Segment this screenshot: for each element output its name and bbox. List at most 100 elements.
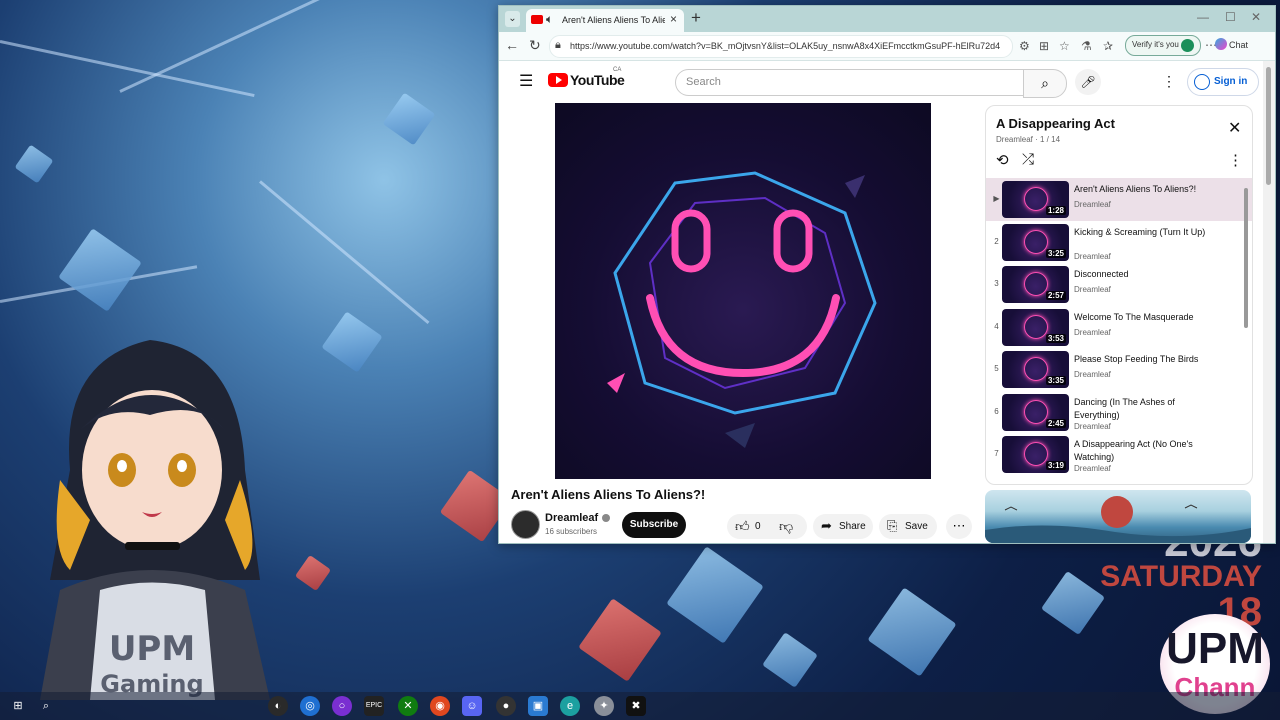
xbox-icon[interactable]: ✕ <box>398 696 418 716</box>
app-grey-icon[interactable]: ✦ <box>594 696 614 716</box>
channel-avatar[interactable] <box>511 510 540 539</box>
sign-in-label: Sign in <box>1214 76 1248 87</box>
playlist-menu-icon[interactable]: ⋮ <box>1228 151 1243 169</box>
playlist-thumbnail[interactable]: 2:57 <box>1002 266 1069 303</box>
extension-icon-1[interactable]: ⚙ <box>1019 39 1030 53</box>
playlist-scroll-thumb[interactable] <box>1244 188 1248 328</box>
maximize-button[interactable]: ☐ <box>1225 10 1236 24</box>
playlist-item-title[interactable]: Kicking & Screaming (Turn It Up) <box>1074 226 1214 239</box>
playlist-item-title[interactable]: Please Stop Feeding The Birds <box>1074 353 1214 366</box>
chat-button[interactable]: Chat <box>1229 40 1248 50</box>
app-blue-circle-icon[interactable]: ◎ <box>300 696 320 716</box>
search-button[interactable]: ⌕ <box>1023 69 1067 98</box>
logo-line1: UPM <box>1166 624 1264 673</box>
duration-badge: 3:25 <box>1045 248 1066 258</box>
playlist-item-index: 4 <box>994 321 999 331</box>
microphone-icon[interactable]: 🎤︎ <box>1075 69 1101 95</box>
extension-icon-2[interactable]: ⊞ <box>1039 39 1049 53</box>
channel-name-row[interactable]: Dreamleaf <box>545 512 611 524</box>
ad-banner-image[interactable] <box>985 490 1251 543</box>
settings-kebab-icon[interactable]: ⋮ <box>1162 73 1176 90</box>
playlist-scrollbar[interactable] <box>1242 178 1250 478</box>
windows-start-icon[interactable]: ⊞ <box>8 696 28 716</box>
playlist-close-icon[interactable]: ✕ <box>1228 118 1241 138</box>
search-input[interactable]: Search <box>675 69 1024 96</box>
region-code: CA <box>613 67 622 73</box>
shuffle-icon[interactable]: ⤮ <box>1022 151 1034 168</box>
playlist-item-title[interactable]: Aren't Aliens Aliens To Aliens?! <box>1074 183 1214 196</box>
playlist-thumbnail[interactable]: 3:53 <box>1002 308 1069 346</box>
playlist-item-channel: Dreamleaf <box>1074 370 1111 379</box>
playlist-item-title[interactable]: A Disappearing Act (No One's Watching) <box>1074 438 1214 464</box>
minimize-button[interactable]: — <box>1197 10 1209 24</box>
app-orange-icon[interactable]: ◉ <box>430 696 450 716</box>
playlist-item[interactable]: 2 3:25 Kicking & Screaming (Turn It Up) … <box>986 221 1252 264</box>
verify-profile-button[interactable]: Verify it's you <box>1125 35 1201 56</box>
like-icon[interactable]: 👍︎ <box>735 518 750 535</box>
app-dark-circle-icon[interactable]: ● <box>496 696 516 716</box>
playlist-item[interactable]: 4 3:53 Welcome To The Masquerade Dreamle… <box>986 306 1252 349</box>
playlist-item[interactable]: 7 3:19 A Disappearing Act (No One's Watc… <box>986 433 1252 476</box>
channel-name[interactable]: Dreamleaf <box>545 512 598 524</box>
playlist-item[interactable]: 3 2:57 Disconnected Dreamleaf <box>986 263 1252 306</box>
playlist-item-channel: Dreamleaf <box>1074 200 1111 209</box>
edge-browser-icon[interactable]: e <box>560 696 580 716</box>
playlist-item-channel: Dreamleaf <box>1074 327 1111 337</box>
playlist-item-title[interactable]: Disconnected <box>1074 268 1214 281</box>
app-purple-circle-icon[interactable]: ○ <box>332 696 352 716</box>
profile-avatar-icon <box>1181 39 1194 52</box>
youtube-wordmark: YouTube <box>570 71 625 88</box>
favorite-star-icon[interactable]: ☆ <box>1059 39 1070 53</box>
sign-in-button[interactable]: Sign in <box>1187 68 1259 96</box>
close-window-button[interactable]: ✕ <box>1251 10 1261 24</box>
subscribe-button[interactable]: Subscribe <box>622 512 686 538</box>
playlist-item[interactable]: ▶ 1:28 Aren't Aliens Aliens To Aliens?! … <box>986 178 1252 221</box>
lock-icon[interactable]: 🔒︎ <box>555 39 561 52</box>
discord-icon[interactable]: ☺ <box>462 696 482 716</box>
refresh-icon[interactable]: ↻ <box>529 37 541 54</box>
page-scroll-thumb[interactable] <box>1266 67 1271 185</box>
playlist-item-channel: Dreamleaf <box>1074 285 1111 294</box>
playlist-thumbnail[interactable]: 2:45 <box>1002 393 1069 431</box>
playlist-item[interactable]: 6 2:45 Dancing (In The Ashes of Everythi… <box>986 391 1252 434</box>
playlist-item[interactable]: 5 3:35 Please Stop Feeding The Birds Dre… <box>986 348 1252 391</box>
back-arrow-icon[interactable]: ← <box>505 37 519 53</box>
share-button[interactable]: ➦ Share <box>813 514 873 539</box>
share-label: Share <box>839 521 866 532</box>
smiley-thumbnail-art <box>1024 272 1048 296</box>
new-tab-button[interactable]: + <box>691 8 701 28</box>
favorites-icon[interactable]: ✰ <box>1103 39 1113 53</box>
duration-badge: 2:45 <box>1045 418 1066 428</box>
playlist-thumbnail[interactable]: 3:19 <box>1002 436 1069 473</box>
save-button[interactable]: ⎘ Save <box>879 514 937 539</box>
app-blue-square-icon[interactable]: ▣ <box>528 696 548 716</box>
playlist-item-title[interactable]: Dancing (In The Ashes of Everything) <box>1074 396 1214 422</box>
subscriber-count: 16 subscribers <box>545 527 598 536</box>
playlist-thumbnail[interactable]: 3:35 <box>1002 351 1069 388</box>
obs-icon[interactable]: ◐ <box>268 696 288 716</box>
url-field[interactable]: 🔒︎ https://www.youtube.com/watch?v=BK_mO… <box>549 35 1013 58</box>
tab-list-button[interactable]: ⌄ <box>505 11 520 27</box>
active-tab[interactable]: 🔈︎ Aren't Aliens Aliens To Aliens?! × <box>526 9 684 32</box>
extension-icon-3[interactable]: ⚗ <box>1081 39 1092 53</box>
epic-games-icon[interactable]: EPIC <box>364 696 384 716</box>
video-player[interactable] <box>555 103 931 479</box>
playlist-item-title[interactable]: Welcome To The Masquerade <box>1074 311 1214 324</box>
playlist-thumbnail[interactable]: 1:28 <box>1002 181 1069 218</box>
duration-badge: 3:19 <box>1045 461 1066 470</box>
hamburger-menu-icon[interactable]: ☰ <box>519 71 533 91</box>
tab-close-icon[interactable]: × <box>670 12 677 26</box>
loop-icon[interactable]: ⟲ <box>996 151 1009 169</box>
svg-text:UPM: UPM <box>109 629 195 669</box>
page-scrollbar[interactable] <box>1263 61 1275 543</box>
search-icon: ⌕ <box>1041 75 1049 91</box>
playlist-thumbnail[interactable]: 3:25 <box>1002 223 1069 261</box>
more-actions-icon[interactable]: ⋯ <box>946 514 972 539</box>
search-icon[interactable]: ⌕ <box>36 696 56 716</box>
dislike-icon[interactable]: 👎︎ <box>779 518 793 535</box>
playlist-title[interactable]: A Disappearing Act <box>996 116 1115 131</box>
speaker-icon[interactable]: 🔈︎ <box>546 12 553 27</box>
copilot-icon[interactable] <box>1215 38 1227 50</box>
youtube-logo[interactable]: YouTube CA <box>548 67 625 89</box>
app-black-icon[interactable]: ✖ <box>626 696 646 716</box>
